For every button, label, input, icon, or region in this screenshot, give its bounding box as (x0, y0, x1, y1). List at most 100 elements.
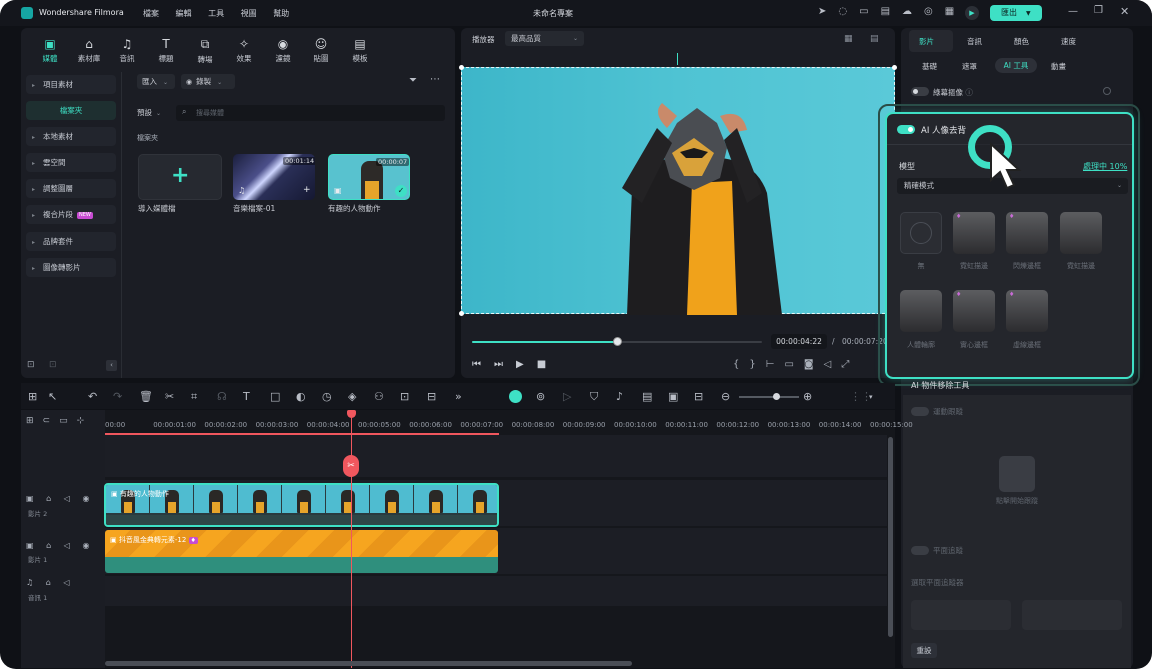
keyframe-icon[interactable]: ◈ (348, 390, 356, 403)
lock-icon[interactable]: ⌂ (46, 578, 51, 587)
music-file-thumb[interactable]: 00:01:14 ♫ + (233, 154, 315, 200)
import-media-tile[interactable]: + (138, 154, 222, 200)
planar-option-a[interactable] (911, 600, 1011, 630)
lock-icon[interactable]: ⌂ (46, 541, 51, 550)
collapse-sidebar-icon[interactable]: ‹ (106, 360, 117, 371)
ai-voice-icon[interactable]: ⊚ (536, 390, 545, 403)
track-target-icon[interactable] (999, 456, 1035, 492)
display-icon[interactable]: ▤ (881, 6, 902, 17)
waveform-icon[interactable]: ▤ (870, 34, 879, 44)
timeline-menu-icon[interactable]: ▾ (869, 393, 873, 401)
layout-icon[interactable]: ⊞ (28, 390, 37, 403)
sidebar-item-compound[interactable]: ▸ 複合片段 NEW (26, 205, 116, 224)
folder-icon[interactable]: ⊡ (49, 360, 57, 370)
nav-templates[interactable]: ▤ 模板 (345, 37, 375, 64)
subtab-animation[interactable]: 動畫 (1051, 61, 1066, 72)
funny-person-thumb[interactable]: 00:00:07 ▣ ✓ (328, 154, 410, 200)
speaker-icon[interactable]: ◁ (64, 494, 70, 503)
zoom-slider-knob[interactable] (773, 393, 780, 400)
add-track-icon[interactable]: ⊞ (26, 416, 43, 426)
import-dropdown[interactable]: 匯入 ⌄ (137, 74, 175, 89)
video-preview[interactable] (459, 65, 897, 316)
speaker-icon[interactable]: ◁ (64, 541, 70, 550)
text-icon[interactable]: T (243, 390, 250, 403)
nav-effects[interactable]: ✧ 效果 (229, 37, 259, 64)
tab-color[interactable]: 顏色 (1014, 36, 1029, 47)
microphone-icon[interactable]: ♪ (616, 390, 623, 403)
fullscreen-icon[interactable]: ⤢ (841, 359, 859, 370)
render-icon[interactable]: ▷ (563, 390, 571, 403)
menu-tools[interactable]: 工具 (208, 9, 224, 18)
auto-highlight-icon[interactable] (509, 390, 522, 403)
timeline-vscroll[interactable] (888, 437, 893, 637)
effect-body-outline-tile[interactable] (900, 290, 942, 332)
motion-tracking-toggle[interactable] (911, 407, 929, 416)
menu-help[interactable]: 幫助 (273, 9, 289, 18)
player-progress-knob[interactable] (613, 337, 622, 346)
crop-icon[interactable]: ⌗ (191, 390, 197, 404)
effect-flicker-tile[interactable]: ♦ (1006, 212, 1048, 254)
play-icon[interactable]: ▶ (516, 359, 537, 370)
search-input[interactable]: ⌕ 搜尋媒體 (176, 105, 445, 121)
menu-edit[interactable]: 編輯 (176, 9, 192, 18)
monitor-icon[interactable]: ▭ (784, 359, 803, 370)
nav-stickers[interactable]: ☺ 貼圖 (306, 37, 336, 64)
planar-option-b[interactable] (1022, 600, 1122, 630)
sidebar-item-cloud[interactable]: ▸ 雲空間 (26, 153, 116, 172)
record-dropdown[interactable]: ◉ 錄製 ⌄ (181, 74, 235, 89)
undo-icon[interactable]: ↶ (88, 390, 97, 403)
current-time[interactable]: 00:00:04:22 (771, 334, 827, 349)
tab-audio[interactable]: 音訊 (967, 36, 982, 47)
add-icon[interactable]: + (303, 185, 311, 195)
speaker-icon[interactable]: ◁ (63, 578, 69, 587)
sidebar-folder[interactable]: 檔案夾 (26, 101, 116, 120)
more-tools-icon[interactable]: » (455, 390, 462, 403)
sidebar-project-media[interactable]: ▸ 項目素材 (26, 75, 116, 94)
step-back-icon[interactable]: ⏮ (472, 359, 494, 370)
tab-speed[interactable]: 速度 (1061, 36, 1076, 47)
snap-icon[interactable]: ▭ (59, 416, 77, 426)
menu-file[interactable]: 檔案 (143, 9, 159, 18)
fit-icon[interactable]: ⊟ (694, 390, 703, 403)
tab-video[interactable]: 影片 (919, 36, 934, 47)
subtab-ai-tools[interactable]: AI 工具 (995, 58, 1037, 73)
more-icon[interactable]: ⋯ (430, 74, 440, 85)
effect-dashed-border-tile[interactable]: ♦ (1006, 290, 1048, 332)
sidebar-item-image-to-video[interactable]: ▸ 圖像轉影片 (26, 258, 116, 277)
nav-titles[interactable]: T 標題 (151, 37, 181, 64)
link-icon[interactable]: ⊂ (43, 416, 60, 426)
speed-icon[interactable]: ◷ (322, 390, 332, 403)
sidebar-item-brand[interactable]: ▸ 品牌套件 (26, 232, 116, 251)
play-round-icon[interactable]: ▶ (965, 6, 979, 20)
cut-icon[interactable]: ✂ (165, 390, 174, 403)
shield-icon[interactable]: ⛉ (590, 390, 598, 404)
nav-media[interactable]: ▣ 媒體 (35, 37, 65, 64)
close-icon[interactable]: ✕ (1120, 5, 1129, 18)
ai-portrait-icon[interactable]: ⚇ (374, 390, 384, 403)
headset-icon[interactable]: ◎ (924, 6, 945, 17)
snapshot-icon[interactable]: ◙ (804, 359, 824, 370)
sidebar-item-adjustment[interactable]: ▸ 調整圖層 (26, 179, 116, 198)
video-clip-person[interactable]: ▣ 有趣的人物動作 (104, 483, 499, 527)
filter-sort-icon[interactable]: ⏷ (409, 75, 417, 86)
color-match-icon[interactable]: ◐ (296, 390, 306, 403)
resize-handle[interactable] (892, 65, 897, 70)
split-icon[interactable]: ⊢ (766, 359, 785, 370)
default-sort-dropdown[interactable]: 預設 ⌄ (137, 105, 171, 120)
cloud-icon[interactable]: ☁ (902, 6, 924, 17)
step-forward-icon[interactable]: ⏭ (494, 359, 516, 370)
pip-icon[interactable]: ▣ (668, 390, 678, 403)
playhead-line[interactable] (351, 412, 352, 668)
split-scissors-icon[interactable]: ✂ (343, 455, 359, 477)
smart-cutout-radio[interactable] (1103, 87, 1111, 95)
ai-remove-bg-toggle[interactable] (897, 125, 915, 134)
zoom-slider-track[interactable] (739, 396, 799, 398)
loading-icon[interactable]: ◌ (838, 6, 859, 17)
select-tool-icon[interactable]: ↖ (48, 390, 57, 403)
quality-dropdown[interactable]: 最高品質 ⌄ (505, 31, 584, 46)
mark-out-icon[interactable]: } (749, 359, 765, 370)
effect-neon-tile[interactable]: ♦ (953, 212, 995, 254)
delete-icon[interactable]: 🗑 (139, 390, 153, 403)
nav-transitions[interactable]: ⧉ 轉場 (190, 37, 220, 65)
video-clip-element[interactable]: ▣ 抖音風金典轉元素-12 ♦ (105, 530, 498, 573)
